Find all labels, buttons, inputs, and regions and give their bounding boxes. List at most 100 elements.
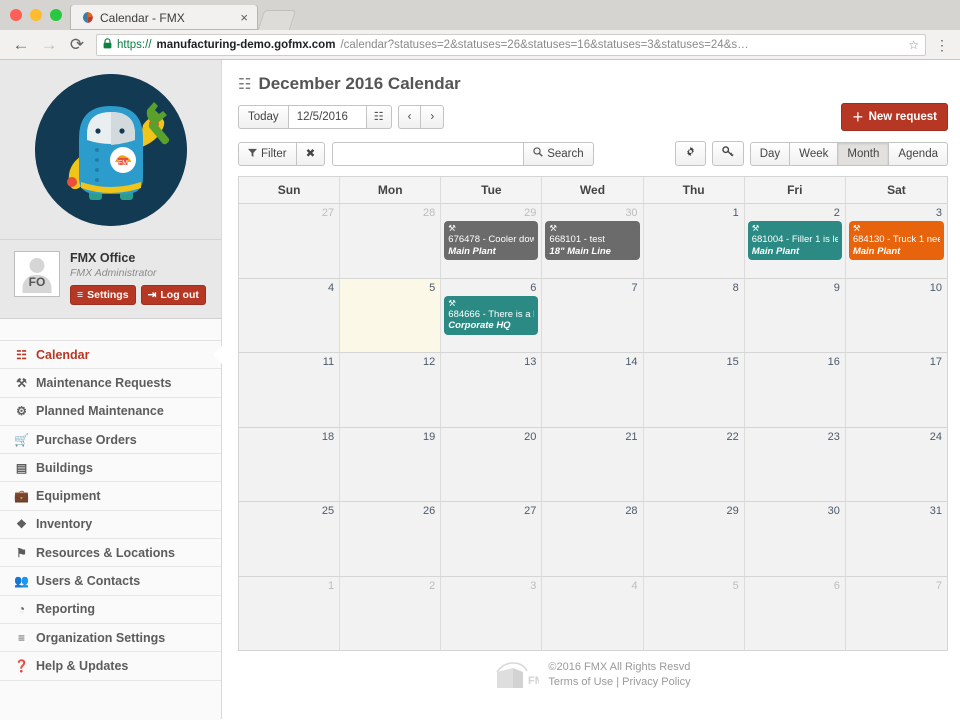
terms-of-use-link[interactable]: Terms of Use [548, 676, 613, 688]
search-input[interactable] [332, 141, 525, 166]
calendar-day-cell[interactable]: 5 [340, 278, 442, 353]
calendar-day-cell[interactable]: 6⚒684666 - There is a lealCorporate HQ [441, 278, 543, 353]
new-tab-button[interactable] [257, 10, 297, 30]
today-button[interactable]: Today [238, 105, 289, 129]
prev-period-button[interactable]: ‹ [397, 105, 422, 129]
tab-close-icon[interactable]: × [237, 11, 251, 24]
calendar-day-cell[interactable]: 15 [643, 353, 745, 428]
view-button-month[interactable]: Month [838, 141, 890, 166]
calendar-day-cell[interactable]: 17 [845, 353, 947, 428]
calendar-day-cell[interactable]: 26 [340, 502, 442, 577]
calendar-day-cell[interactable]: 22 [643, 427, 745, 502]
window-minimize-button[interactable] [30, 9, 42, 21]
calendar-day-cell[interactable]: 7 [845, 576, 947, 651]
sidebar-item-reporting[interactable]: ◔ Reporting [0, 595, 221, 624]
reload-icon[interactable]: ⟳ [64, 32, 90, 58]
sidebar-item-buildings[interactable]: ▤ Buildings [0, 454, 221, 483]
sidebar-item-planned-maintenance[interactable]: ⚙ Planned Maintenance [0, 397, 221, 426]
calendar-day-cell[interactable]: 31 [845, 502, 947, 577]
calendar-day-cell[interactable]: 1 [643, 204, 745, 279]
permissions-key-button[interactable] [711, 141, 744, 166]
calendar-day-cell[interactable]: 25 [239, 502, 341, 577]
gear-icon [685, 146, 696, 160]
calendar-day-cell[interactable]: 21 [542, 427, 644, 502]
calendar-day-cell[interactable]: 23 [744, 427, 846, 502]
browser-menu-icon[interactable]: ⋮ [932, 38, 952, 52]
clear-filter-button[interactable]: ✖ [296, 141, 326, 166]
search-button[interactable]: Search [524, 141, 594, 166]
new-request-button[interactable]: ＋ New request [841, 103, 948, 131]
calendar-day-cell[interactable]: 14 [542, 353, 644, 428]
filter-search-toolbar: Filter ✖ Search Day Week Month Agenda [238, 141, 948, 166]
calendar-day-cell[interactable]: 5 [643, 576, 745, 651]
calendar-day-cell[interactable]: 4 [542, 576, 644, 651]
window-controls[interactable] [8, 0, 71, 30]
fmx-logo-icon: FMX [495, 660, 552, 690]
calendar-day-cell[interactable]: 28 [542, 502, 644, 577]
calendar-event[interactable]: ⚒681004 - Filler 1 is leakMain Plant [747, 221, 842, 260]
calendar-day-cell[interactable]: 27 [441, 502, 543, 577]
calendar-day-cell[interactable]: 16 [744, 353, 846, 428]
calendar-day-cell[interactable]: 13 [441, 353, 543, 428]
sidebar-item-organization-settings[interactable]: ≡ Organization Settings [0, 623, 221, 653]
view-button-day[interactable]: Day [749, 141, 791, 166]
view-button-agenda[interactable]: Agenda [889, 141, 948, 166]
view-button-week[interactable]: Week [790, 141, 839, 166]
calendar-day-cell[interactable]: 24 [845, 427, 947, 502]
sidebar-item-maintenance-requests[interactable]: ⚒ Maintenance Requests [0, 369, 221, 398]
settings-button[interactable]: ≡ Settings [70, 285, 136, 305]
calendar-icon: ☷ [238, 76, 252, 93]
bookmark-star-icon[interactable]: ☆ [902, 38, 919, 52]
calendar-day-cell[interactable]: 28 [340, 204, 442, 279]
day-number: 23 [827, 430, 840, 443]
next-period-button[interactable]: › [421, 105, 445, 129]
calendar-day-cell[interactable]: 20 [441, 427, 543, 502]
sidebar-item-help-updates[interactable]: ❓ Help & Updates [0, 652, 221, 681]
calendar-day-cell[interactable]: 30 ⚒ 668101 - test 18" Main Line [542, 204, 644, 279]
sidebar-item-calendar[interactable]: ☷ Calendar [0, 341, 221, 370]
back-icon[interactable]: ← [8, 32, 34, 58]
sidebar-item-inventory[interactable]: ❖ Inventory [0, 510, 221, 540]
calendar-day-cell[interactable]: 19 [340, 427, 442, 502]
calendar-day-cell[interactable]: 30 [744, 502, 846, 577]
calendar-day-cell[interactable]: 18 [239, 427, 341, 502]
calendar-day-cell[interactable]: 8 [643, 278, 745, 353]
day-number: 13 [524, 356, 537, 368]
calendar-day-cell[interactable]: 29 ⚒ 676478 - Cooler down Main Plant [441, 204, 543, 279]
forward-icon[interactable]: → [36, 32, 62, 58]
calendar-day-cell[interactable]: 12 [340, 353, 442, 428]
weekday-header-sun: Sun [239, 177, 341, 204]
calendar-event[interactable]: ⚒684130 - Truck 1 needsMain Plant [848, 221, 944, 260]
logout-button[interactable]: ⇥ Log out [140, 285, 206, 305]
calendar-day-cell[interactable]: 3 ⚒684130 - Truck 1 needsMain Plant [845, 204, 947, 279]
calendar-event[interactable]: ⚒ 668101 - test 18" Main Line [545, 221, 640, 260]
calendar-day-cell[interactable]: 1 [239, 576, 341, 651]
calendar-day-cell[interactable]: 7 [542, 278, 644, 353]
calendar-day-cell[interactable]: 27 [239, 204, 341, 279]
calendar-day-cell[interactable]: 6 [744, 576, 846, 651]
calendar-day-cell[interactable]: 11 [239, 353, 341, 428]
calendar-day-cell[interactable]: 2 ⚒681004 - Filler 1 is leakMain Plant [744, 204, 846, 279]
browser-tab-calendar[interactable]: Calendar - FMX × [71, 5, 257, 30]
window-close-button[interactable] [10, 9, 22, 21]
calendar-day-cell[interactable]: 4 [239, 278, 341, 353]
calendar-day-cell[interactable]: 3 [441, 576, 543, 651]
sidebar-item-equipment[interactable]: 💼 Equipment [0, 482, 221, 511]
privacy-policy-link[interactable]: Privacy Policy [622, 676, 690, 688]
calendar-event[interactable]: ⚒ 676478 - Cooler down Main Plant [444, 221, 539, 260]
sidebar-item-users-contacts[interactable]: 👥 Users & Contacts [0, 567, 221, 596]
date-input[interactable] [288, 105, 367, 129]
calendar-day-cell[interactable]: 9 [744, 278, 846, 353]
calendar-day-cell[interactable]: 29 [643, 502, 745, 577]
url-bar[interactable]: https:// manufacturing-demo.gofmx.com/cal… [96, 33, 926, 56]
date-picker-icon[interactable]: ☷ [366, 105, 392, 129]
sidebar-item-resources-locations[interactable]: ⚑ Resources & Locations [0, 539, 221, 568]
sidebar-item-purchase-orders[interactable]: 🛒 Purchase Orders [0, 425, 221, 455]
calendar-settings-button[interactable] [674, 141, 706, 166]
filter-button[interactable]: Filter [238, 141, 297, 166]
calendar-day-cell[interactable]: 2 [340, 576, 442, 651]
calendar-event[interactable]: ⚒684666 - There is a lealCorporate HQ [444, 295, 539, 335]
window-maximize-button[interactable] [50, 9, 62, 21]
weekday-header-wed: Wed [542, 177, 644, 204]
calendar-day-cell[interactable]: 10 [845, 278, 947, 353]
